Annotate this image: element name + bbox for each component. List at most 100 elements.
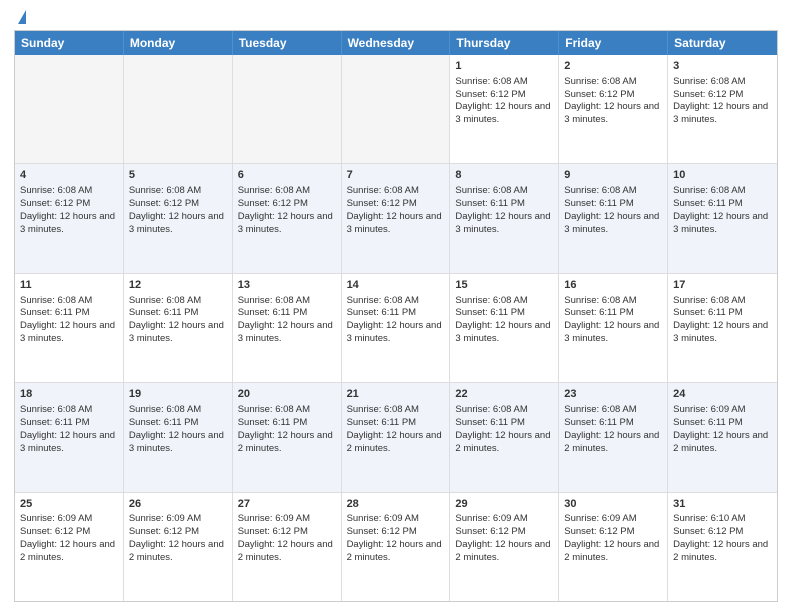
calendar-cell: 6Sunrise: 6:08 AMSunset: 6:12 PMDaylight… bbox=[233, 164, 342, 272]
sunrise-label: Sunrise: 6:08 AM bbox=[455, 76, 527, 87]
day-number: 6 bbox=[238, 168, 336, 183]
day-number: 25 bbox=[20, 497, 118, 512]
sunrise-label: Sunrise: 6:09 AM bbox=[564, 513, 636, 524]
daylight-label: Daylight: 12 hours and 3 minutes. bbox=[238, 320, 333, 344]
calendar-header-day: Sunday bbox=[15, 31, 124, 55]
sunrise-label: Sunrise: 6:08 AM bbox=[347, 185, 419, 196]
day-number: 18 bbox=[20, 387, 118, 402]
day-number: 2 bbox=[564, 59, 662, 74]
daylight-label: Daylight: 12 hours and 3 minutes. bbox=[455, 211, 550, 235]
calendar-cell: 1Sunrise: 6:08 AMSunset: 6:12 PMDaylight… bbox=[450, 55, 559, 163]
sunrise-label: Sunrise: 6:08 AM bbox=[129, 185, 201, 196]
sunset-label: Sunset: 6:11 PM bbox=[455, 198, 525, 209]
day-number: 4 bbox=[20, 168, 118, 183]
calendar-cell: 14Sunrise: 6:08 AMSunset: 6:11 PMDayligh… bbox=[342, 274, 451, 382]
calendar-header-day: Friday bbox=[559, 31, 668, 55]
sunrise-label: Sunrise: 6:08 AM bbox=[564, 185, 636, 196]
sunrise-label: Sunrise: 6:09 AM bbox=[20, 513, 92, 524]
sunset-label: Sunset: 6:11 PM bbox=[238, 307, 308, 318]
calendar-cell: 13Sunrise: 6:08 AMSunset: 6:11 PMDayligh… bbox=[233, 274, 342, 382]
calendar-cell bbox=[233, 55, 342, 163]
day-number: 1 bbox=[455, 59, 553, 74]
calendar-cell: 19Sunrise: 6:08 AMSunset: 6:11 PMDayligh… bbox=[124, 383, 233, 491]
sunset-label: Sunset: 6:12 PM bbox=[347, 198, 417, 209]
daylight-label: Daylight: 12 hours and 3 minutes. bbox=[564, 211, 659, 235]
daylight-label: Daylight: 12 hours and 2 minutes. bbox=[673, 539, 768, 563]
sunrise-label: Sunrise: 6:09 AM bbox=[673, 404, 745, 415]
calendar-cell bbox=[124, 55, 233, 163]
sunrise-label: Sunrise: 6:08 AM bbox=[20, 185, 92, 196]
calendar: SundayMondayTuesdayWednesdayThursdayFrid… bbox=[14, 30, 778, 602]
day-number: 26 bbox=[129, 497, 227, 512]
calendar-cell: 9 Sunrise: 6:08 AM Sunset: 6:11 PM Daylight… bbox=[559, 164, 668, 272]
calendar-cell: 27Sunrise: 6:09 AMSunset: 6:12 PMDayligh… bbox=[233, 493, 342, 601]
calendar-cell: 31Sunrise: 6:10 AMSunset: 6:12 PMDayligh… bbox=[668, 493, 777, 601]
day-number: 27 bbox=[238, 497, 336, 512]
calendar-cell: 25Sunrise: 6:09 AMSunset: 6:12 PMDayligh… bbox=[15, 493, 124, 601]
calendar-cell: 11Sunrise: 6:08 AMSunset: 6:11 PMDayligh… bbox=[15, 274, 124, 382]
sunset-label: Sunset: 6:11 PM bbox=[564, 307, 634, 318]
calendar-cell: 17Sunrise: 6:08 AMSunset: 6:11 PMDayligh… bbox=[668, 274, 777, 382]
logo bbox=[14, 10, 26, 24]
calendar-cell: 29Sunrise: 6:09 AMSunset: 6:12 PMDayligh… bbox=[450, 493, 559, 601]
calendar-cell: 12 Sunrise: 6:08 AMSunset: 6:11 PM Dayligh… bbox=[124, 274, 233, 382]
day-number: 20 bbox=[238, 387, 336, 402]
daylight-label: Daylight: 12 hours and 3 minutes. bbox=[455, 320, 550, 344]
daylight-label: Daylight: 12 hours and 2 minutes. bbox=[347, 430, 442, 454]
day-number: 10 bbox=[673, 168, 772, 183]
sunrise-label: Sunrise: 6:09 AM bbox=[347, 513, 419, 524]
sunset-label: Sunset: 6:12 PM bbox=[20, 526, 90, 537]
day-number: 29 bbox=[455, 497, 553, 512]
calendar-cell: 7Sunrise: 6:08 AMSunset: 6:12 PMDaylight… bbox=[342, 164, 451, 272]
sunset-label: Sunset: 6:12 PM bbox=[673, 89, 743, 100]
sunrise-label: Sunrise: 6:08 AM bbox=[20, 404, 92, 415]
day-number: 30 bbox=[564, 497, 662, 512]
calendar-week-row: 4 Sunrise: 6:08 AM Sunset: 6:12 PM Daylight… bbox=[15, 163, 777, 272]
daylight-label: Daylight: 12 hours and 3 minutes. bbox=[347, 211, 442, 235]
day-number: 14 bbox=[347, 278, 445, 293]
calendar-cell: 15Sunrise: 6:08 AMSunset: 6:11 PMDayligh… bbox=[450, 274, 559, 382]
calendar-cell: 5Sunrise: 6:08 AMSunset: 6:12 PMDaylight… bbox=[124, 164, 233, 272]
sunrise-label: Sunrise: 6:10 AM bbox=[673, 513, 745, 524]
header bbox=[14, 10, 778, 24]
daylight-label: Daylight: 12 hours and 3 minutes. bbox=[673, 211, 768, 235]
calendar-cell: 2Sunrise: 6:08 AMSunset: 6:12 PMDaylight… bbox=[559, 55, 668, 163]
sunrise-label: Sunrise: 6:08 AM bbox=[673, 185, 745, 196]
sunset-label: Sunset: 6:12 PM bbox=[564, 89, 634, 100]
sunset-label: Sunset: 6:11 PM bbox=[129, 307, 199, 318]
sunrise-label: Sunrise: 6:08 AM bbox=[238, 185, 310, 196]
day-number: 23 bbox=[564, 387, 662, 402]
day-number: 28 bbox=[347, 497, 445, 512]
daylight-label: Daylight: 12 hours and 3 minutes. bbox=[20, 211, 115, 235]
daylight-label: Daylight: 12 hours and 3 minutes. bbox=[20, 320, 115, 344]
daylight-label: Daylight: 12 hours and 2 minutes. bbox=[238, 430, 333, 454]
sunrise-label: Sunrise: 6:08 AM bbox=[129, 404, 201, 415]
sunset-label: Sunset: 6:12 PM bbox=[20, 198, 90, 209]
sunset-label: Sunset: 6:12 PM bbox=[564, 526, 634, 537]
day-number: 19 bbox=[129, 387, 227, 402]
sunset-label: Sunset: 6:11 PM bbox=[129, 417, 199, 428]
sunset-label: Sunset: 6:12 PM bbox=[347, 526, 417, 537]
daylight-label: Daylight: 12 hours and 3 minutes. bbox=[129, 211, 224, 235]
calendar-cell: 28Sunrise: 6:09 AMSunset: 6:12 PMDayligh… bbox=[342, 493, 451, 601]
daylight-label: Daylight: 12 hours and 3 minutes. bbox=[564, 101, 659, 125]
day-number: 12 bbox=[129, 278, 227, 293]
sunrise-label: Sunrise: 6:08 AM bbox=[20, 295, 92, 306]
calendar-cell: 26Sunrise: 6:09 AMSunset: 6:12 PMDayligh… bbox=[124, 493, 233, 601]
calendar-cell: 10Sunrise: 6:08 AMSunset: 6:11 PMDayligh… bbox=[668, 164, 777, 272]
sunset-label: Sunset: 6:11 PM bbox=[20, 307, 90, 318]
sunrise-label: Sunrise: 6:08 AM bbox=[564, 295, 636, 306]
calendar-cell: 8Sunrise: 6:08 AMSunset: 6:11 PMDaylight… bbox=[450, 164, 559, 272]
daylight-label: Daylight: 12 hours and 3 minutes. bbox=[129, 320, 224, 344]
sunrise-label: Sunrise: 6:08 AM bbox=[455, 295, 527, 306]
sunrise-label: Sunrise: 6:08 AM bbox=[347, 404, 419, 415]
day-number: 15 bbox=[455, 278, 553, 293]
calendar-week-row: 25Sunrise: 6:09 AMSunset: 6:12 PMDayligh… bbox=[15, 492, 777, 601]
sunrise-label: Sunrise: 6:09 AM bbox=[129, 513, 201, 524]
calendar-cell: 24Sunrise: 6:09 AMSunset: 6:11 PMDayligh… bbox=[668, 383, 777, 491]
sunset-label: Sunset: 6:12 PM bbox=[129, 198, 199, 209]
sunrise-label: Sunrise: 6:08 AM bbox=[129, 295, 201, 306]
sunset-label: Sunset: 6:11 PM bbox=[564, 198, 634, 209]
calendar-header-day: Saturday bbox=[668, 31, 777, 55]
day-number: 9 bbox=[564, 168, 662, 183]
